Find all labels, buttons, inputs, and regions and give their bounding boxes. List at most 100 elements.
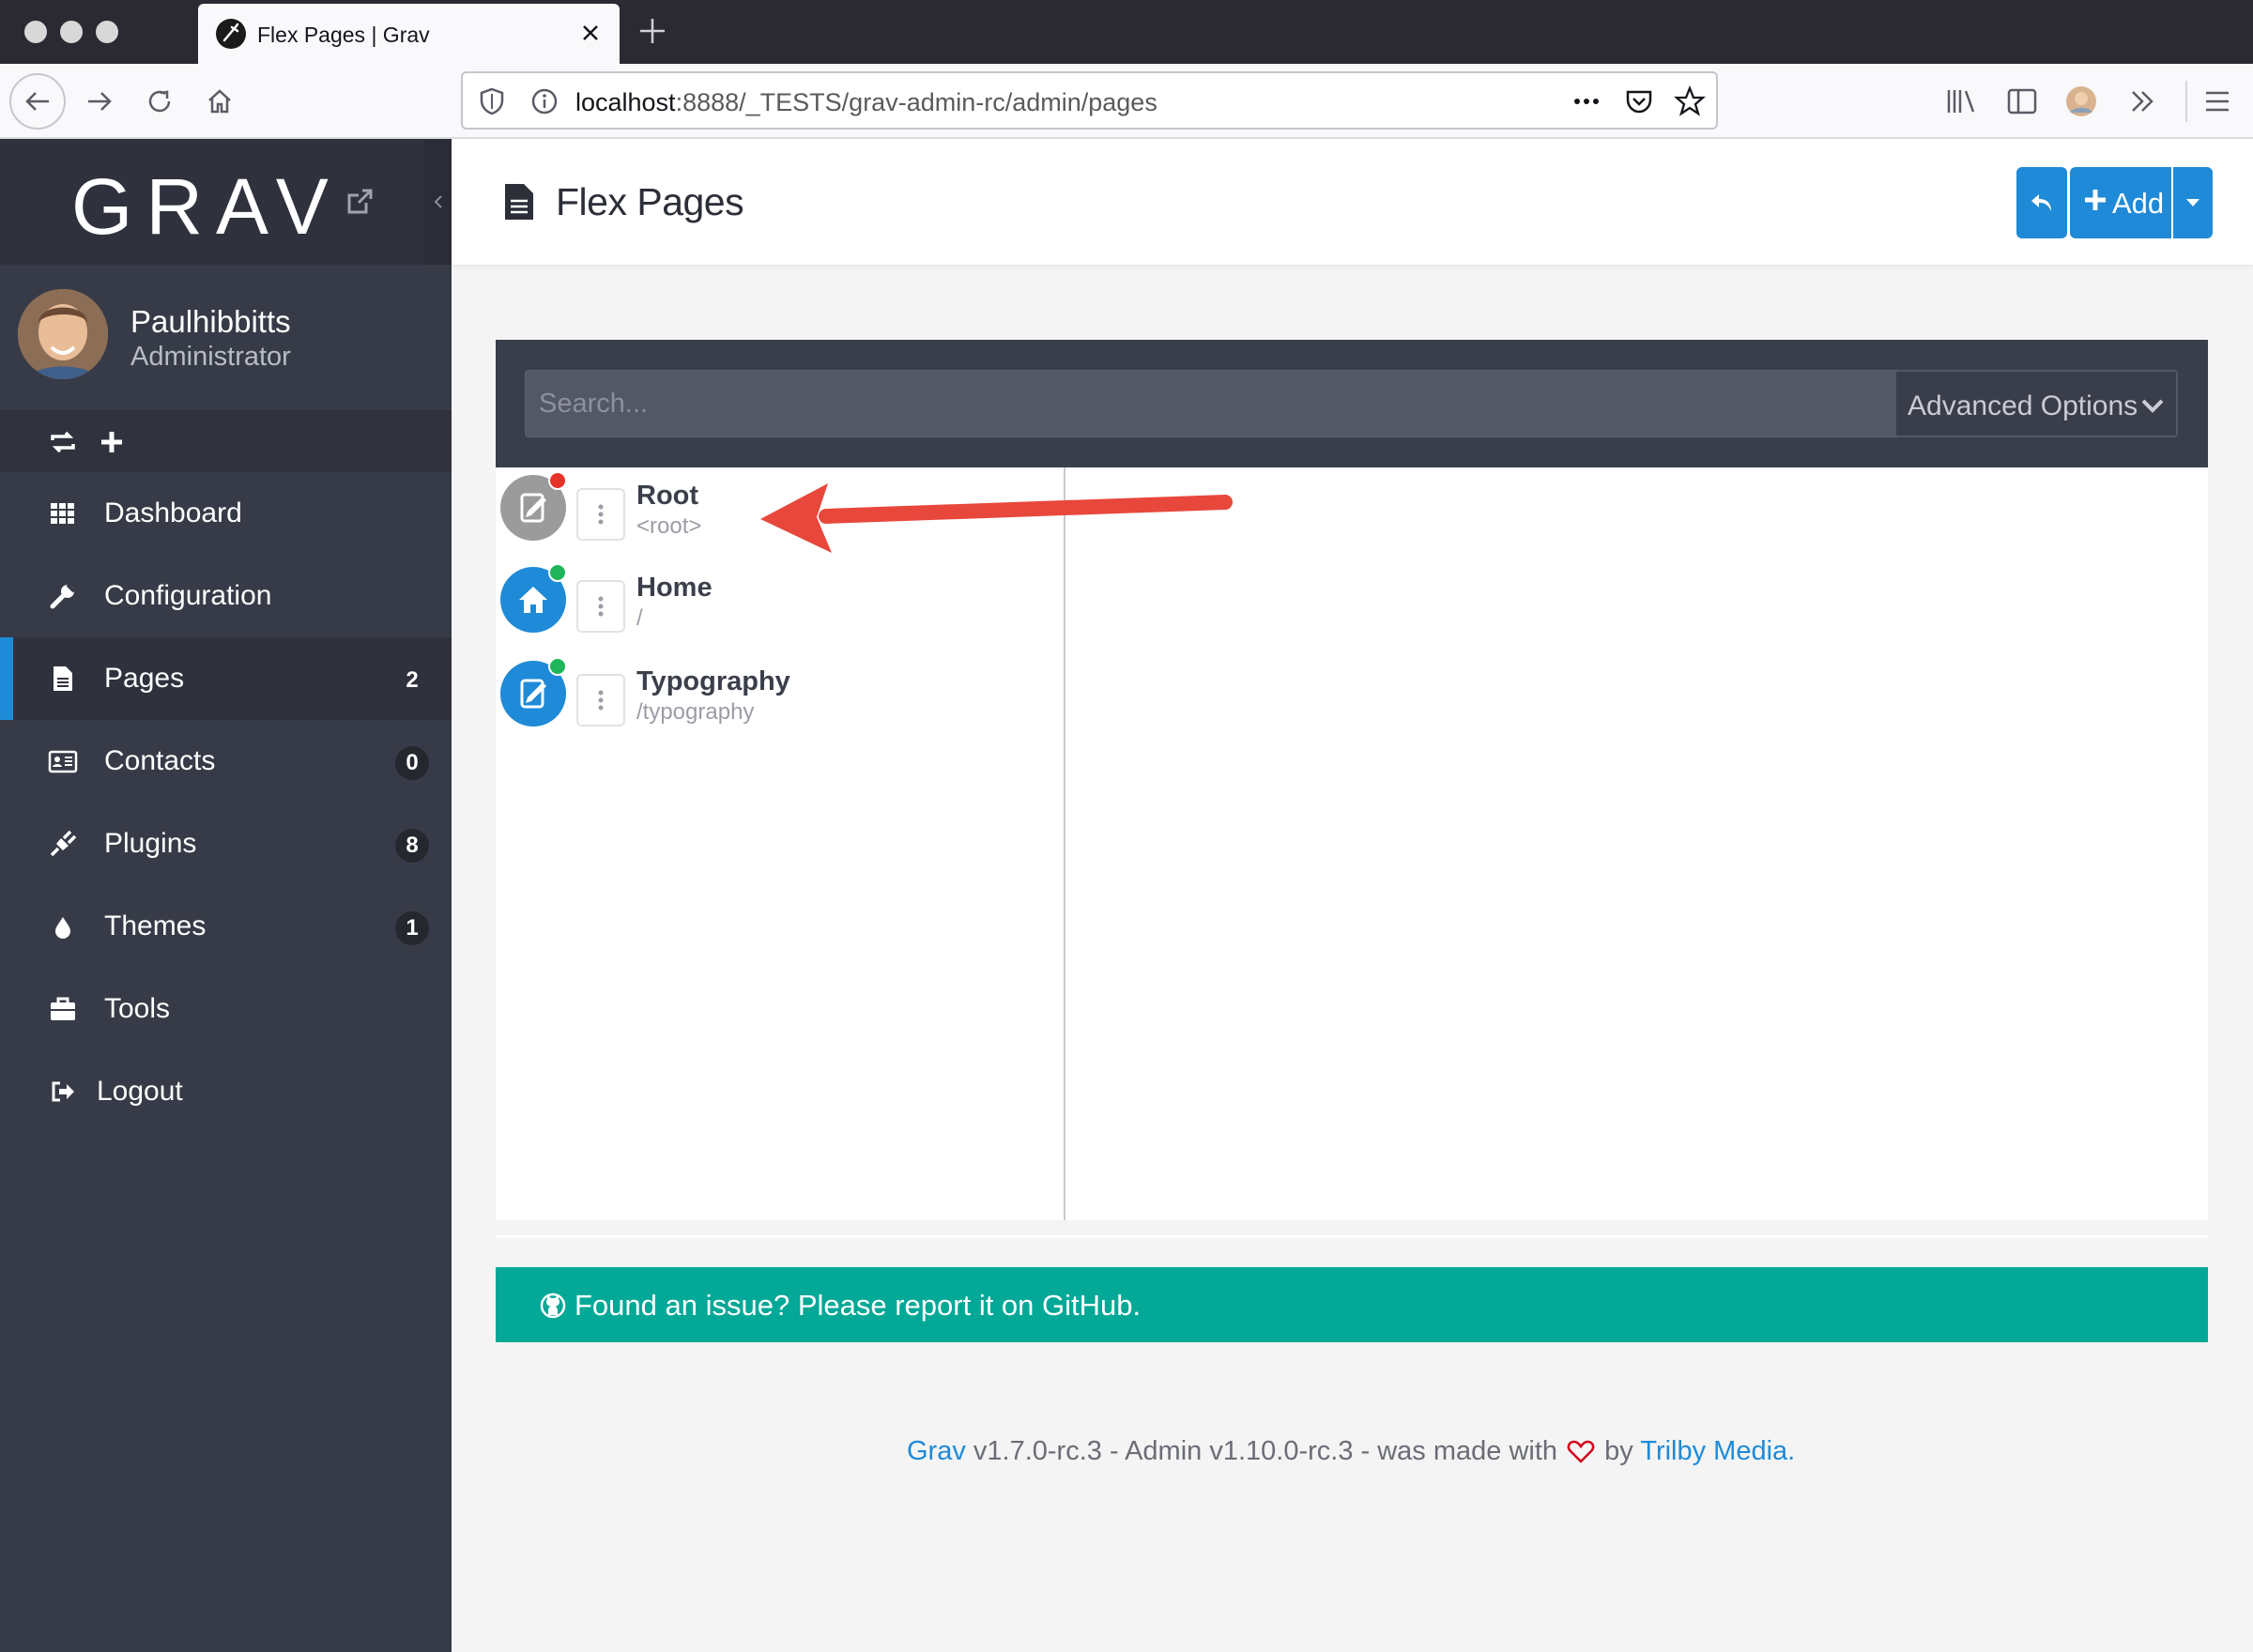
grav-logo[interactable]: GRAV xyxy=(71,161,342,252)
by-text: by xyxy=(1597,1436,1641,1466)
window-close-dot[interactable] xyxy=(24,21,47,43)
page-title-label[interactable]: Typography xyxy=(636,666,790,697)
ellipsis-vertical-icon xyxy=(598,596,604,617)
browser-forward-icon[interactable] xyxy=(75,77,124,126)
quick-actions xyxy=(0,412,452,472)
themes-count-badge: 1 xyxy=(395,911,429,945)
advanced-options-label: Advanced Options xyxy=(1908,390,2138,421)
file-icon xyxy=(48,664,78,694)
report-issue-text[interactable]: Found an issue? Please report it on GitH… xyxy=(575,1289,1141,1323)
user-profile[interactable]: Paulhibbitts Administrator xyxy=(0,265,452,412)
page-actions-icon[interactable] xyxy=(1571,85,1602,117)
sidebar-item-label: Logout xyxy=(97,1076,183,1107)
sidebar-nav: Dashboard Configuration Pages 2 Contacts… xyxy=(0,472,452,1133)
report-issue-bar[interactable]: Found an issue? Please report it on GitH… xyxy=(496,1267,2208,1342)
pages-toolbar: Advanced Options xyxy=(496,340,2208,467)
ellipsis-vertical-icon xyxy=(598,504,604,525)
sidebar-item-themes[interactable]: Themes 1 xyxy=(0,885,452,968)
sidebar-item-label: Themes xyxy=(104,910,207,941)
pages-panel: Advanced Options Root <root> Hom xyxy=(496,340,2208,1220)
sign-out-icon xyxy=(48,1077,78,1107)
bookmark-star-icon[interactable] xyxy=(1674,85,1706,117)
file-text-icon xyxy=(503,182,535,222)
sidebar-collapse-toggle[interactable] xyxy=(424,139,452,265)
panel-divider xyxy=(496,1235,2208,1238)
browser-tab-bar: Flex Pages | Grav xyxy=(0,0,2253,64)
sidebar-item-label: Contacts xyxy=(104,745,216,776)
status-dot-published xyxy=(548,563,567,582)
page-route-label: /typography xyxy=(636,699,755,725)
hamburger-menu-icon[interactable] xyxy=(2199,83,2236,120)
tab-title: Flex Pages | Grav xyxy=(257,23,430,47)
tree-row-home[interactable]: Home / xyxy=(496,559,1065,653)
sidebar-item-label: Dashboard xyxy=(104,497,242,528)
page-title: Flex Pages xyxy=(556,180,744,223)
url-bar[interactable]: localhost:8888/_TESTS/grav-admin-rc/admi… xyxy=(461,71,1718,130)
grid-icon xyxy=(48,498,78,528)
chevron-left-icon xyxy=(434,195,442,208)
browser-back-icon[interactable] xyxy=(9,73,66,130)
page-title-label[interactable]: Home xyxy=(636,573,713,604)
logo-area: GRAV xyxy=(0,139,424,265)
tree-row-typography[interactable]: Typography /typography xyxy=(496,653,1065,747)
new-tab-icon[interactable] xyxy=(635,13,670,49)
sidebar-item-plugins[interactable]: Plugins 8 xyxy=(0,803,452,885)
add-plus-icon[interactable] xyxy=(97,427,129,457)
sidebar-item-pages[interactable]: Pages 2 xyxy=(0,637,452,720)
reply-icon xyxy=(2031,194,2051,211)
wrench-icon xyxy=(48,581,78,611)
advanced-options-button[interactable]: Advanced Options xyxy=(1894,370,2178,437)
grav-link[interactable]: Grav xyxy=(907,1436,966,1466)
external-link-icon[interactable] xyxy=(344,186,376,218)
page-menu-button[interactable] xyxy=(576,674,625,727)
page-footer: Grav v1.7.0-rc.3 - Admin v1.10.0-rc.3 - … xyxy=(0,1436,2253,1474)
trilby-media-link[interactable]: Trilby Media xyxy=(1640,1436,1787,1466)
pocket-icon[interactable] xyxy=(1623,85,1655,117)
site-info-icon[interactable] xyxy=(529,85,560,117)
window-minimize-dot[interactable] xyxy=(60,21,83,43)
window-zoom-dot[interactable] xyxy=(96,21,118,43)
search-input[interactable] xyxy=(525,370,1906,437)
briefcase-icon xyxy=(48,994,78,1024)
caret-down-icon xyxy=(2186,199,2199,206)
tab-close-icon[interactable] xyxy=(575,17,606,49)
library-icon[interactable] xyxy=(1943,83,1981,120)
page-menu-button[interactable] xyxy=(576,488,625,541)
account-avatar-icon[interactable] xyxy=(2062,83,2100,120)
sidebar-item-tools[interactable]: Tools xyxy=(0,968,452,1050)
clear-cache-icon[interactable] xyxy=(47,427,79,457)
plug-icon xyxy=(48,829,78,859)
browser-home-icon[interactable] xyxy=(195,77,244,126)
status-dot-published xyxy=(548,657,567,676)
browser-tab[interactable]: Flex Pages | Grav xyxy=(198,4,620,64)
grav-favicon-icon xyxy=(216,19,246,49)
sidebar-item-dashboard[interactable]: Dashboard xyxy=(0,472,452,555)
sidebar-item-contacts[interactable]: Contacts 0 xyxy=(0,720,452,803)
annotation-arrow xyxy=(760,483,1233,553)
sidebar-item-label: Pages xyxy=(104,663,185,694)
user-name: Paulhibbitts xyxy=(130,304,291,339)
tracking-shield-icon[interactable] xyxy=(476,85,508,117)
sidebar-toggle-icon[interactable] xyxy=(2003,83,2041,120)
ellipsis-vertical-icon xyxy=(598,690,604,711)
page-title-label[interactable]: Root xyxy=(636,481,698,512)
plus-icon xyxy=(2085,190,2106,210)
overflow-chevron-icon[interactable] xyxy=(2123,83,2161,120)
toolbar-divider xyxy=(2185,81,2187,122)
url-text: localhost:8888/_TESTS/grav-admin-rc/admi… xyxy=(575,88,1157,116)
tint-icon xyxy=(48,911,78,941)
chevron-down-icon xyxy=(2141,399,2164,413)
address-card-icon xyxy=(48,746,78,776)
add-page-button[interactable]: Add xyxy=(2070,167,2171,238)
user-role: Administrator xyxy=(130,342,291,372)
page-menu-button[interactable] xyxy=(576,580,625,633)
sidebar-item-logout[interactable]: Logout xyxy=(0,1050,452,1133)
sidebar-item-label: Plugins xyxy=(104,828,197,859)
back-button[interactable] xyxy=(2016,167,2067,238)
add-dropdown-toggle[interactable] xyxy=(2173,167,2213,238)
page-route-label: <root> xyxy=(636,513,702,539)
sidebar-item-configuration[interactable]: Configuration xyxy=(0,555,452,637)
plugins-count-badge: 8 xyxy=(395,829,429,863)
github-icon xyxy=(540,1293,566,1319)
browser-reload-icon[interactable] xyxy=(135,77,184,126)
